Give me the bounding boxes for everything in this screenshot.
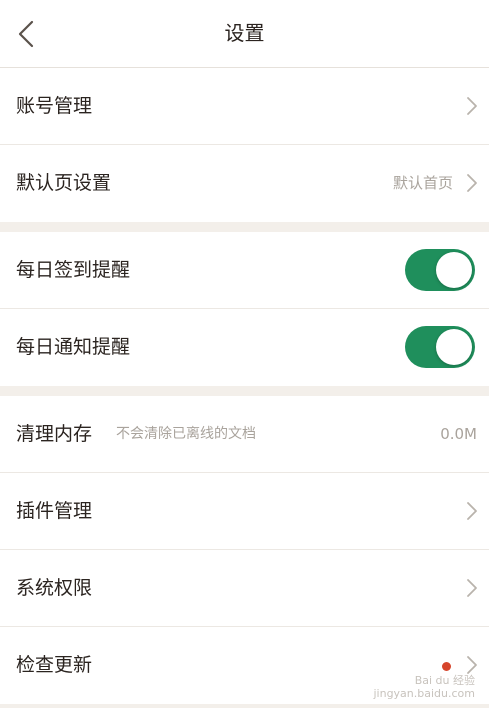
row-label: 默认页设置 <box>16 172 112 194</box>
daily-notice-reminder-row: 每日通知提醒 <box>0 309 489 386</box>
chevron-right-icon <box>467 579 477 597</box>
toggle-knob <box>436 252 472 288</box>
nav-bar: 设置 <box>0 0 489 68</box>
update-badge-dot <box>442 662 451 671</box>
watermark: Bai du 经验 jingyan.baidu.com <box>373 674 475 700</box>
chevron-right-icon <box>467 502 477 520</box>
account-group: 账号管理 默认页设置 默认首页 <box>0 68 489 222</box>
chevron-right-icon <box>467 97 477 115</box>
watermark-line1: Bai du 经验 <box>414 674 475 687</box>
default-page-row[interactable]: 默认页设置 默认首页 <box>0 145 489 222</box>
notice-reminder-toggle[interactable] <box>405 326 475 368</box>
chevron-right-icon <box>467 174 477 192</box>
row-subtitle: 不会清除已离线的文档 <box>116 426 256 442</box>
plugin-management-row[interactable]: 插件管理 <box>0 473 489 550</box>
system-permission-row[interactable]: 系统权限 <box>0 550 489 627</box>
row-value: 默认首页 <box>392 174 453 192</box>
system-group: 清理内存 不会清除已离线的文档 0.0M 插件管理 系统权限 检查更新 <box>0 396 489 704</box>
chevron-right-icon <box>467 656 477 674</box>
memory-size-value: 0.0M <box>440 425 477 443</box>
page-title: 设置 <box>224 21 265 45</box>
row-label: 每日通知提醒 <box>16 336 131 358</box>
row-label: 系统权限 <box>16 577 93 599</box>
daily-signin-reminder-row: 每日签到提醒 <box>0 232 489 309</box>
row-label: 插件管理 <box>16 500 93 522</box>
signin-reminder-toggle[interactable] <box>405 249 475 291</box>
account-management-row[interactable]: 账号管理 <box>0 68 489 145</box>
reminder-group: 每日签到提醒 每日通知提醒 <box>0 232 489 386</box>
row-label: 每日签到提醒 <box>16 259 131 281</box>
row-label: 账号管理 <box>16 95 93 117</box>
row-label: 检查更新 <box>16 654 93 676</box>
row-label: 清理内存 <box>16 423 93 445</box>
clear-memory-row[interactable]: 清理内存 不会清除已离线的文档 0.0M <box>0 396 489 473</box>
watermark-line2: jingyan.baidu.com <box>373 687 475 700</box>
toggle-knob <box>436 329 472 365</box>
